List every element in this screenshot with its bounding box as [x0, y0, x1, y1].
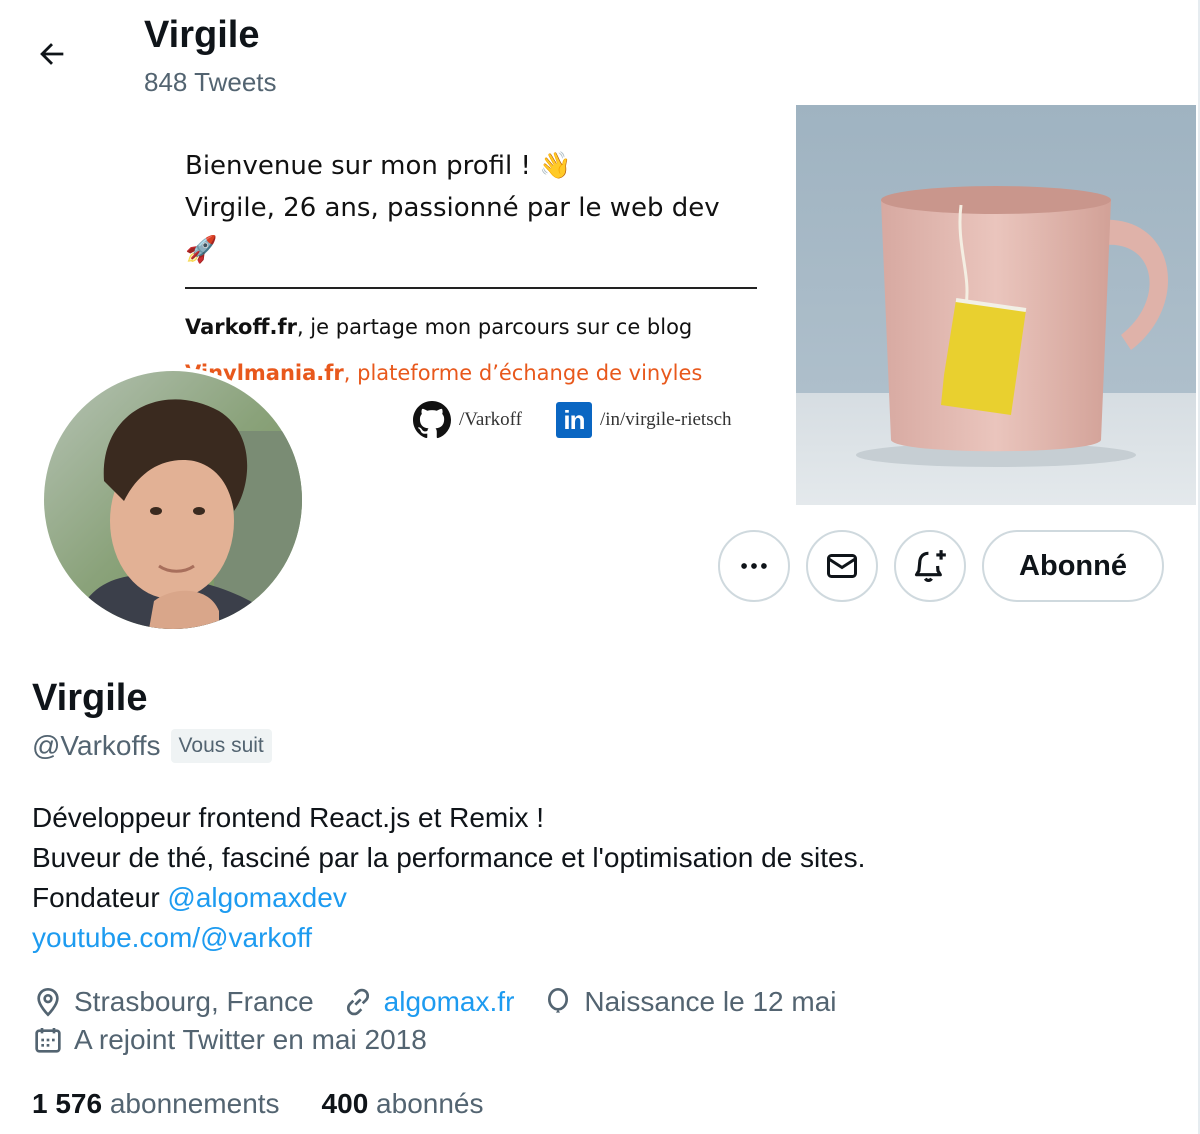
calendar-icon — [35, 1028, 61, 1053]
profile-name: Virgile — [32, 677, 148, 719]
header-title: Virgile — [144, 14, 260, 56]
banner-mug-photo — [796, 105, 1196, 505]
bell-plus-icon — [914, 550, 946, 583]
joined-text: A rejoint Twitter en mai 2018 — [74, 1024, 427, 1055]
bio-line: Développeur frontend React.js et Remix ! — [32, 802, 545, 833]
banner-vinyl-line: Vinylmania.fr, plateforme d’échange de v… — [185, 357, 757, 389]
linkedin-icon: in — [555, 402, 592, 438]
banner-text-block: Bienvenue sur mon profil ! 👋 Virgile, 26… — [185, 145, 757, 389]
following-button[interactable]: Abonné — [982, 530, 1164, 602]
profile-page: Virgile 848 Tweets Bienvenue sur mon pro… — [0, 0, 1200, 1134]
profile-bio: Développeur frontend React.js et Remix !… — [32, 798, 1132, 958]
banner-blog-name: Varkoff.fr — [185, 315, 297, 339]
profile-handle: @Varkoffs — [32, 730, 161, 761]
website-link[interactable]: algomax.fr — [384, 982, 515, 1022]
banner-blog-desc: , je partage mon parcours sur ce blog — [296, 315, 693, 339]
envelope-icon — [827, 554, 857, 578]
notifications-button[interactable] — [894, 530, 966, 602]
followers-count: 400 — [321, 1088, 369, 1119]
meta-joined: A rejoint Twitter en mai 2018 — [32, 1020, 427, 1060]
github-icon — [413, 401, 451, 439]
arrow-left-icon — [40, 43, 64, 65]
bio-line: youtube.com/@varkoff — [32, 918, 1132, 958]
follow-stats: 1 576 abonnements 400 abonnés — [32, 1084, 483, 1124]
bio-mention-link[interactable]: @algomaxdev — [167, 882, 346, 913]
link-icon — [346, 988, 369, 1016]
more-horizontal-icon — [741, 563, 767, 569]
banner-blog-line: Varkoff.fr, je partage mon parcours sur … — [185, 311, 757, 343]
followers-stat[interactable]: 400 abonnés — [322, 1084, 484, 1124]
bio-youtube-link[interactable]: youtube.com/@varkoff — [32, 922, 312, 953]
more-options-button[interactable] — [718, 530, 790, 602]
follows-you-badge: Vous suit — [170, 729, 272, 763]
tweet-count: 848 Tweets — [144, 67, 277, 97]
profile-meta-row: Strasbourg, France algomax.fr Naissance … — [32, 982, 865, 1022]
meta-website: algomax.fr — [342, 982, 515, 1022]
following-stat[interactable]: 1 576 abonnements — [32, 1084, 280, 1124]
location-text: Strasbourg, France — [74, 986, 314, 1017]
location-pin-icon — [37, 987, 59, 1017]
message-button[interactable] — [806, 530, 878, 602]
bio-line: Fondateur @algomaxdev — [32, 878, 1132, 918]
profile-joined-row: A rejoint Twitter en mai 2018 — [32, 1020, 455, 1060]
balloon-icon — [548, 988, 569, 1013]
banner-vinyl-desc: , plateforme d’échange de vinyles — [343, 361, 703, 385]
meta-birthday: Naissance le 12 mai — [542, 982, 837, 1022]
back-button[interactable] — [24, 26, 80, 82]
profile-avatar[interactable] — [40, 367, 306, 633]
banner-divider — [185, 287, 757, 289]
banner-intro: Virgile, 26 ans, passionné par le web de… — [185, 193, 720, 265]
banner-github: /Varkoff — [413, 401, 522, 439]
bio-line: Buveur de thé, fasciné par la performanc… — [32, 842, 866, 873]
following-label: abonnements — [109, 1088, 280, 1119]
followers-label: abonnés — [376, 1088, 484, 1119]
bio-founder-label: Fondateur — [32, 882, 168, 913]
birthday-text: Naissance le 12 mai — [584, 986, 837, 1017]
banner-social-links: /Varkoff in /in/virgile-rietsch — [413, 401, 732, 439]
following-count: 1 576 — [32, 1088, 103, 1119]
banner-linkedin: in /in/virgile-rietsch — [555, 402, 732, 438]
linkedin-handle: /in/virgile-rietsch — [599, 409, 732, 430]
meta-location: Strasbourg, France — [32, 982, 314, 1022]
banner-welcome: Bienvenue sur mon profil ! 👋 — [185, 151, 572, 181]
github-handle: /Varkoff — [459, 409, 522, 430]
handle-row: @Varkoffs Vous suit — [32, 726, 272, 766]
